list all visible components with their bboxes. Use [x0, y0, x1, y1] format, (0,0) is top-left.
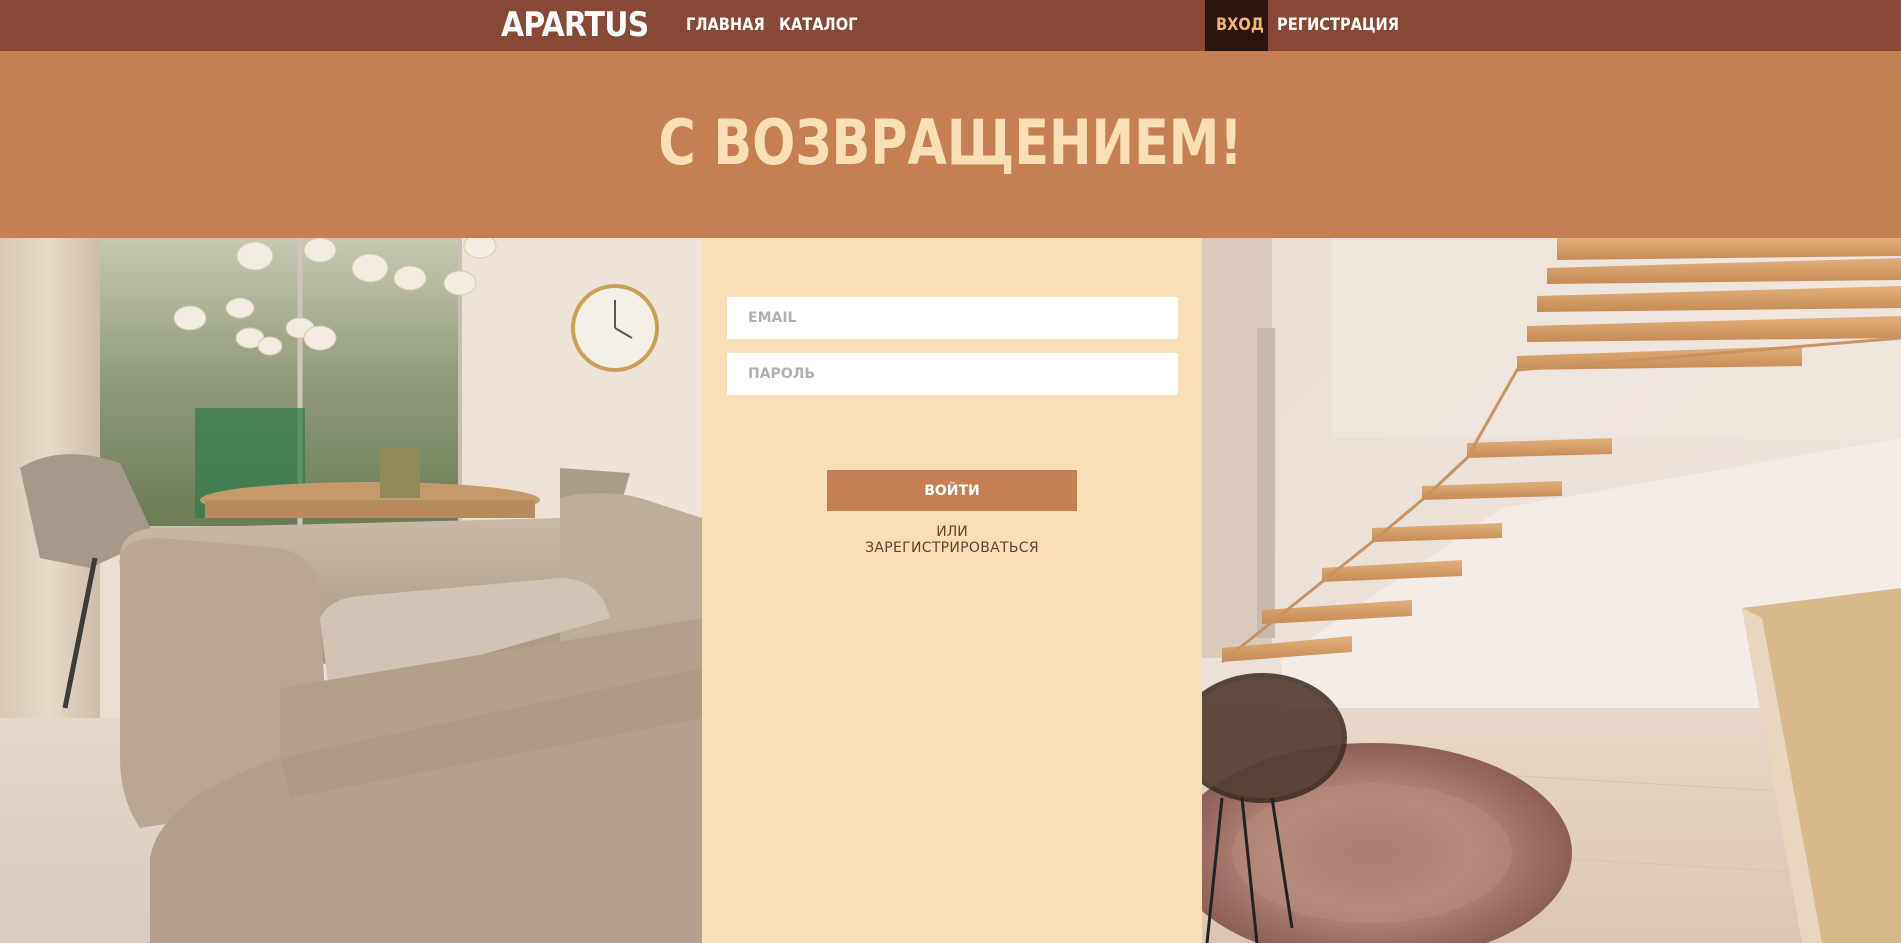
brand-logo[interactable]: APARTUS: [501, 2, 649, 49]
login-button[interactable]: ВОЙТИ: [827, 470, 1077, 511]
nav-link-home[interactable]: ГЛАВНАЯ: [686, 0, 765, 51]
nav-link-login[interactable]: ВХОД: [1216, 0, 1264, 51]
hero-banner: С ВОЗВРАЩЕНИЕМ!: [0, 51, 1901, 238]
or-separator-text: ИЛИ: [936, 524, 968, 540]
page-title: С ВОЗВРАЩЕНИЕМ!: [658, 106, 1243, 179]
nav-link-register[interactable]: РЕГИСТРАЦИЯ: [1277, 0, 1399, 51]
nav-item-login-active[interactable]: ВХОД: [1205, 0, 1268, 51]
living-room-photo: [0, 238, 702, 943]
login-form: ВОЙТИ ИЛИ ЗАРЕГИСТРИРОВАТЬСЯ: [702, 238, 1202, 943]
nav-link-catalog[interactable]: КАТАЛОГ: [779, 0, 857, 51]
password-field[interactable]: [727, 353, 1178, 395]
email-field[interactable]: [727, 297, 1178, 339]
register-link[interactable]: ЗАРЕГИСТРИРОВАТЬСЯ: [702, 540, 1202, 556]
top-navbar: APARTUS ГЛАВНАЯ КАТАЛОГ ВХОД РЕГИСТРАЦИЯ: [0, 0, 1901, 51]
staircase-interior-photo: [1202, 238, 1901, 943]
